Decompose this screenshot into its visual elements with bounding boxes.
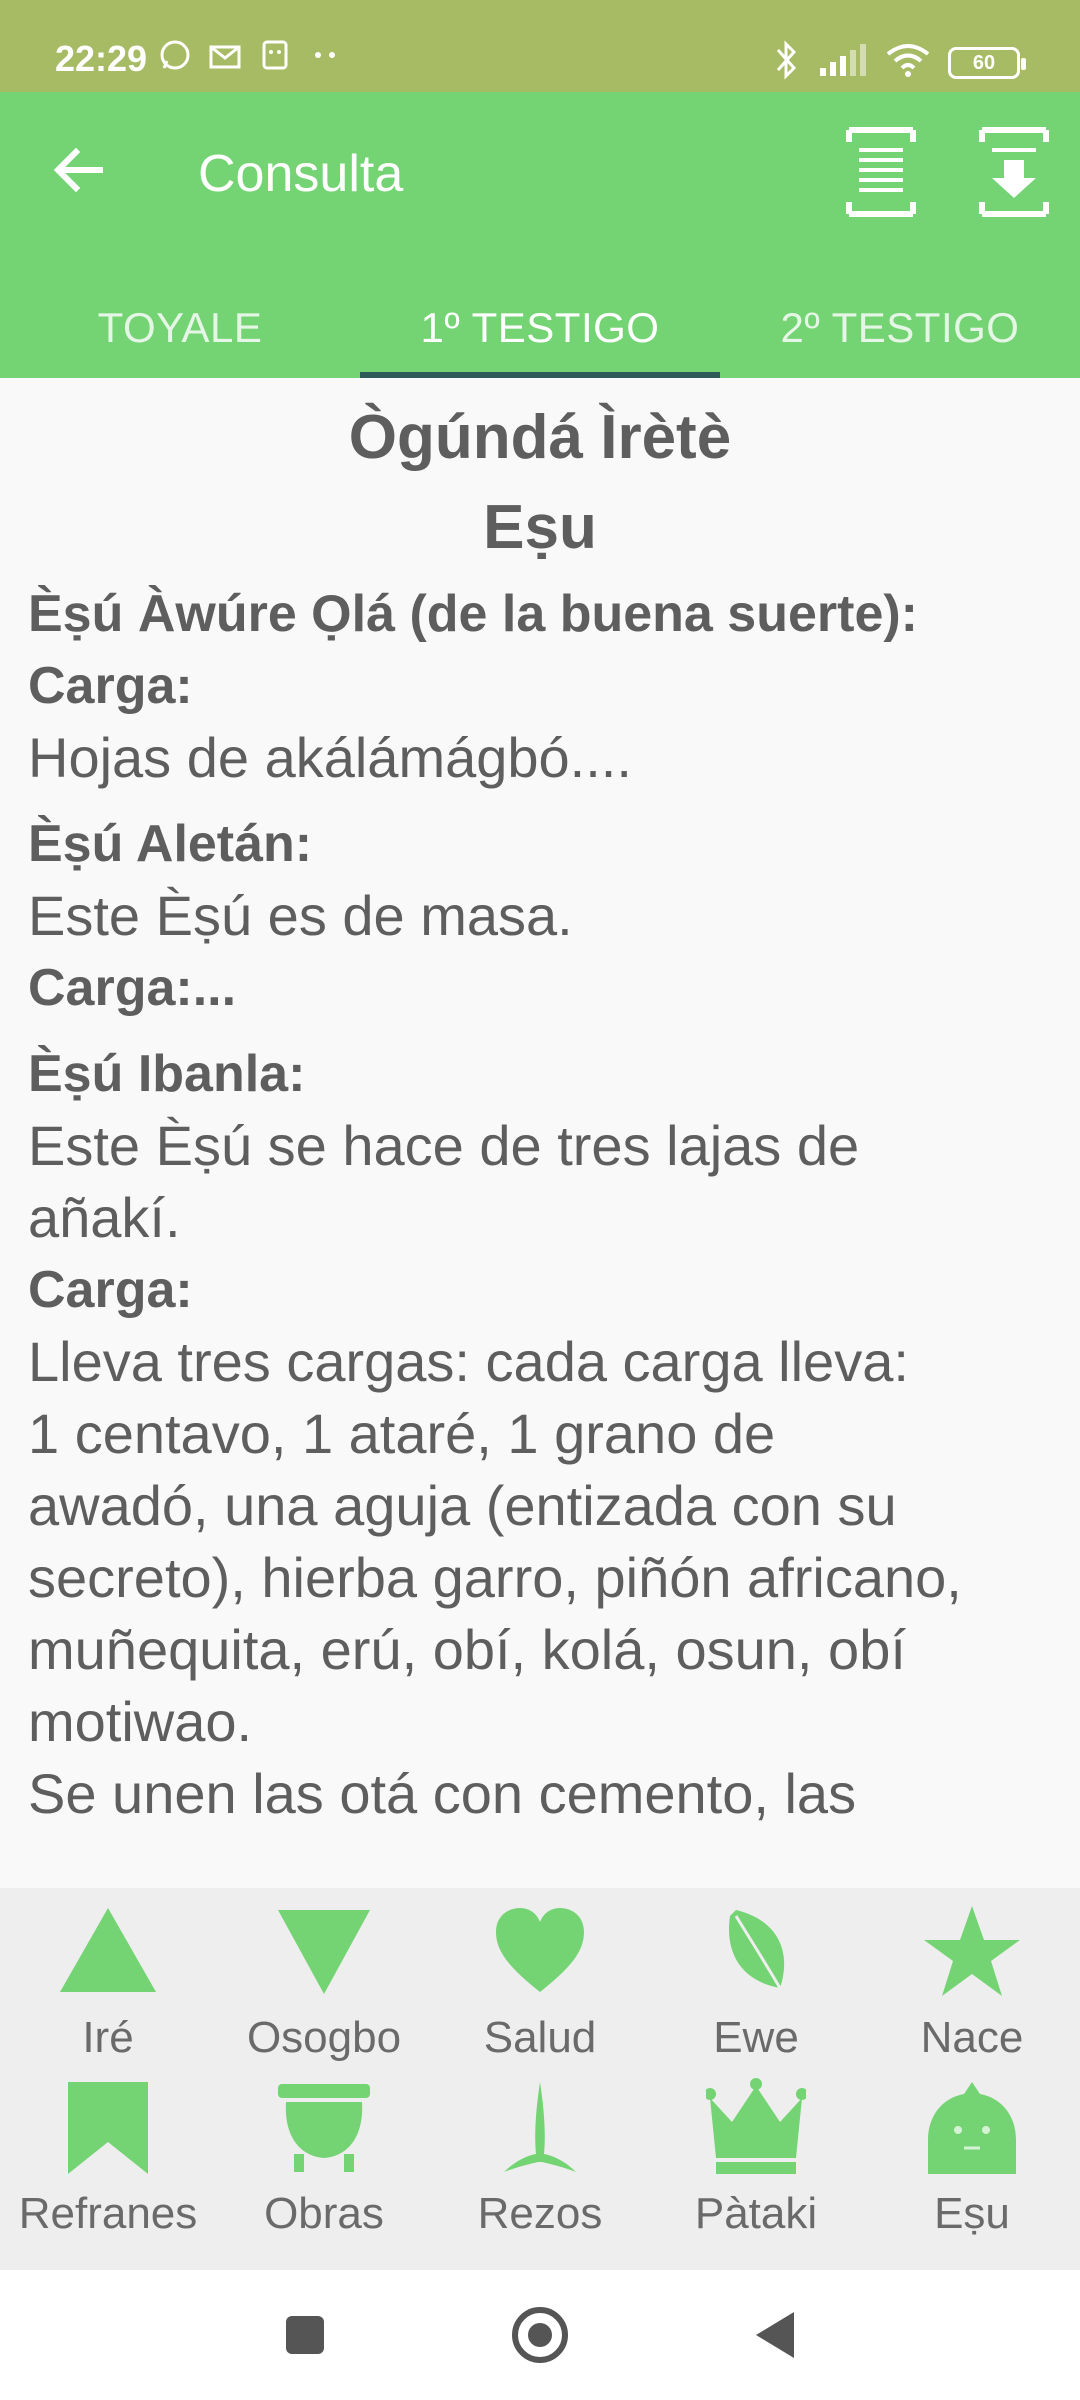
body-text: secreto), hierba garro, piñón africano, bbox=[28, 1546, 962, 1609]
text-align-button[interactable] bbox=[845, 124, 917, 220]
menu-row-2: Refranes Obras Rezos Pàtaki Eṣu bbox=[0, 2064, 1080, 2240]
menu-label: Iré bbox=[82, 2013, 134, 2062]
whatsapp-icon bbox=[158, 38, 192, 72]
body-text: Lleva tres cargas: cada carga lleva: bbox=[28, 1330, 909, 1393]
triangle-left-icon bbox=[756, 2312, 794, 2358]
body-text: Este Èṣú se hace de tres lajas de bbox=[28, 1114, 860, 1177]
back-button[interactable] bbox=[48, 138, 112, 202]
menu-item-obras[interactable]: Obras bbox=[216, 2064, 432, 2240]
bluetooth-icon bbox=[774, 40, 800, 85]
text-lines-icon bbox=[846, 127, 916, 217]
app-notification-icon bbox=[258, 38, 292, 72]
content-subtitle: Eṣu bbox=[483, 493, 597, 562]
menu-item-nace[interactable]: Nace bbox=[864, 1888, 1080, 2064]
tab-toyale[interactable]: TOYALE bbox=[0, 278, 360, 378]
mail-icon bbox=[208, 38, 242, 72]
eshu-head-icon bbox=[928, 2082, 1016, 2174]
menu-label: Pàtaki bbox=[694, 2189, 818, 2238]
recents-button[interactable] bbox=[270, 2300, 340, 2370]
body-text: 1 centavo, 1 ataré, 1 grano de bbox=[28, 1402, 776, 1465]
crown-icon bbox=[704, 2078, 808, 2174]
heart-icon bbox=[496, 1908, 584, 1992]
section-heading: Èṣú Àwúre Ọlá (de la buena suerte): bbox=[28, 585, 918, 643]
section-heading: Carga: bbox=[28, 1261, 193, 1319]
content-body: Èṣú Àwúre Ọlá (de la buena suerte): Carga… bbox=[28, 578, 1052, 1830]
menu-label: Salud bbox=[483, 2013, 597, 2062]
section-heading: Carga:... bbox=[28, 959, 237, 1017]
body-text: añakí. bbox=[28, 1186, 181, 1249]
signal-icon bbox=[818, 42, 868, 83]
body-text: awadó, una aguja (entizada con su bbox=[28, 1474, 897, 1537]
content-title: Ògúndá Ìrètè bbox=[348, 403, 732, 472]
notification-icons bbox=[158, 38, 342, 72]
menu-item-ewe[interactable]: Ewe bbox=[648, 1888, 864, 2064]
menu-row-1: Iré Osogbo Salud Ewe Nace bbox=[0, 1888, 1080, 2064]
app-bar: Consulta TOYALE 1º TESTIGO 2º TESTIGO bbox=[0, 92, 1080, 378]
cauldron-icon bbox=[278, 2084, 370, 2172]
menu-label: Ewe bbox=[713, 2013, 799, 2062]
body-text: motiwao. bbox=[28, 1690, 253, 1753]
tab-bar: TOYALE 1º TESTIGO 2º TESTIGO bbox=[0, 278, 1080, 378]
menu-item-rezos[interactable]: Rezos bbox=[432, 2064, 648, 2240]
section-heading: Carga: bbox=[28, 657, 193, 715]
circle-icon bbox=[512, 2307, 568, 2363]
scroll-to-bottom-button[interactable] bbox=[978, 124, 1050, 220]
menu-label: Nace bbox=[920, 2013, 1024, 2062]
menu-item-salud[interactable]: Salud bbox=[432, 1888, 648, 2064]
wifi-icon bbox=[886, 42, 930, 83]
tab-first-witness[interactable]: 1º TESTIGO bbox=[360, 278, 720, 378]
menu-label: Refranes bbox=[18, 2189, 198, 2238]
menu-label: Eṣu bbox=[934, 2189, 1010, 2238]
leaf-icon bbox=[729, 1910, 785, 1989]
more-dots-icon bbox=[308, 38, 342, 72]
bottom-menu: Iré Osogbo Salud Ewe Nace Refranes Obras bbox=[0, 1888, 1080, 2270]
menu-item-osogbo[interactable]: Osogbo bbox=[216, 1888, 432, 2064]
menu-label: Obras bbox=[264, 2189, 384, 2238]
triangle-down-icon bbox=[278, 1910, 370, 1994]
system-icons: 60 bbox=[774, 40, 1026, 85]
download-lines-icon bbox=[979, 127, 1049, 217]
body-text: muñequita, erú, obí, kolá, osun, obí bbox=[28, 1618, 906, 1681]
back-nav-button[interactable] bbox=[740, 2300, 810, 2370]
triangle-up-icon bbox=[60, 1908, 156, 1992]
home-button[interactable] bbox=[505, 2300, 575, 2370]
menu-item-esu[interactable]: Eṣu bbox=[864, 2064, 1080, 2240]
page-title: Consulta bbox=[198, 145, 404, 203]
status-bar: 22:29 60 bbox=[0, 0, 1080, 92]
content-scroll-area[interactable]: Ògúndá Ìrètè Eṣu Èṣú Àwúre Ọlá (de la bu… bbox=[0, 378, 1080, 1888]
system-navigation-bar bbox=[0, 2270, 1080, 2400]
tab-second-witness[interactable]: 2º TESTIGO bbox=[720, 278, 1080, 378]
arrow-left-icon bbox=[53, 147, 103, 193]
bookmark-icon bbox=[68, 2082, 148, 2174]
body-text: Se unen las otá con cemento, las bbox=[28, 1762, 857, 1825]
menu-item-refranes[interactable]: Refranes bbox=[0, 2064, 216, 2240]
menu-item-pataki[interactable]: Pàtaki bbox=[648, 2064, 864, 2240]
body-text: Este Èṣú es de masa. bbox=[28, 884, 573, 947]
star-icon bbox=[924, 1906, 1020, 1996]
menu-item-ire[interactable]: Iré bbox=[0, 1888, 216, 2064]
status-time: 22:29 bbox=[55, 38, 148, 79]
menu-label: Rezos bbox=[477, 2189, 603, 2238]
section-heading: Èṣú Ibanla: bbox=[28, 1045, 306, 1103]
menu-label: Osogbo bbox=[246, 2013, 402, 2062]
body-text: Hojas de akálámágbó.... bbox=[28, 726, 632, 789]
battery-icon: 60 bbox=[948, 46, 1026, 79]
plant-icon bbox=[504, 2082, 576, 2172]
section-heading: Èṣú Aletán: bbox=[28, 815, 313, 873]
square-icon bbox=[286, 2316, 324, 2354]
